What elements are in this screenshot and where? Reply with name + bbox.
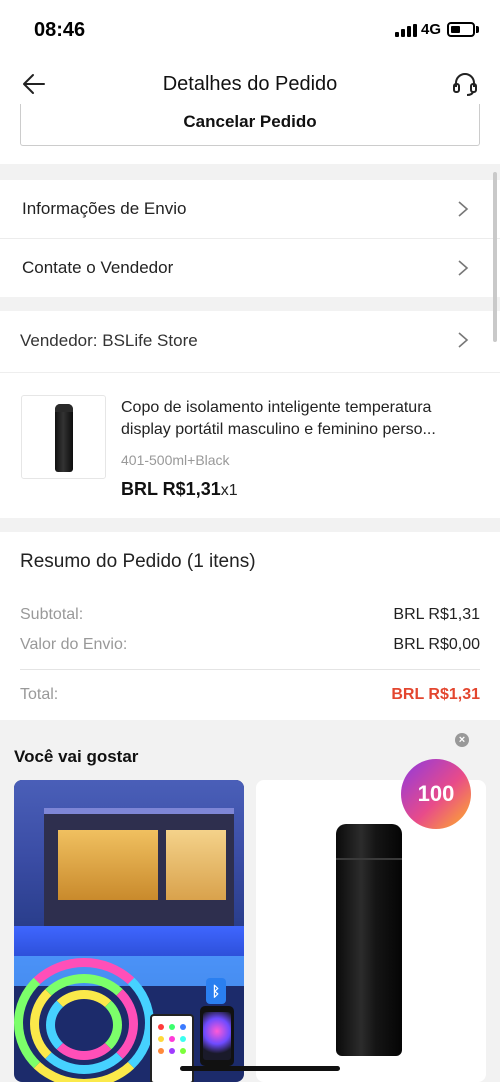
header: Detalhes do Pedido	[0, 58, 500, 110]
contact-seller-row[interactable]: Contate o Vendedor	[0, 239, 500, 297]
bottle-image	[55, 404, 73, 472]
home-indicator[interactable]	[180, 1066, 340, 1071]
product-title-line2: display portátil masculino e feminino pe…	[121, 421, 436, 438]
total-value: BRL R$1,31	[391, 686, 480, 703]
subtotal-value: BRL R$1,31	[393, 606, 480, 623]
section-gap	[0, 297, 500, 311]
product-quantity: x1	[220, 482, 238, 499]
section-gap	[0, 164, 500, 180]
status-time: 08:46	[34, 19, 86, 41]
cancel-order-button[interactable]: Cancelar Pedido	[20, 104, 480, 146]
recommendations-title: Você vai gostar	[14, 747, 139, 766]
subtotal-label: Subtotal:	[20, 606, 84, 623]
house-window	[166, 830, 226, 900]
product-title-line1: Copo de isolamento inteligente temperatu…	[121, 399, 432, 416]
network-label: 4G	[421, 21, 442, 38]
chevron-right-icon	[458, 201, 469, 217]
product-price-line: BRL R$1,31x1	[121, 479, 238, 500]
product-price: BRL R$1,31	[121, 479, 221, 499]
page-title: Detalhes do Pedido	[162, 73, 338, 95]
phone-image	[200, 1006, 234, 1066]
product-variant: 401-500ml+Black	[121, 452, 230, 468]
seller-label: Vendedor: BSLife Store	[20, 331, 198, 350]
scrollbar[interactable]	[493, 172, 497, 342]
shipping-label: Valor do Envio:	[20, 636, 128, 653]
house-window	[58, 830, 158, 900]
close-icon[interactable]: ×	[455, 733, 469, 747]
bluetooth-icon: ᛒ	[206, 978, 226, 1004]
signal-icon	[395, 24, 417, 37]
cancel-area: Cancelar Pedido	[0, 104, 500, 164]
shipping-info-label: Informações de Envio	[22, 199, 187, 218]
summary-divider	[20, 669, 480, 670]
bottle-cap-line	[336, 858, 402, 860]
total-label: Total:	[20, 686, 59, 703]
bottle-cap	[55, 404, 73, 412]
shipping-value: BRL R$0,00	[393, 636, 480, 653]
chevron-right-icon	[458, 332, 469, 348]
recommended-product-card[interactable]: ᛒ	[14, 780, 244, 1082]
order-summary: Resumo do Pedido (1 itens) Subtotal: BRL…	[0, 532, 500, 720]
summary-title: Resumo do Pedido (1 itens)	[20, 551, 256, 572]
battery-icon	[447, 22, 475, 37]
led-strip-coil	[46, 990, 122, 1060]
status-bar: 08:46 4G	[0, 0, 500, 58]
section-gap	[0, 518, 500, 532]
chevron-right-icon	[458, 260, 469, 276]
support-button[interactable]	[450, 70, 480, 98]
headset-icon	[453, 73, 477, 96]
product-title[interactable]: Copo de isolamento inteligente temperatu…	[121, 397, 481, 441]
product-item[interactable]: Copo de isolamento inteligente temperatu…	[0, 372, 500, 518]
product-thumbnail[interactable]	[21, 395, 106, 479]
coins-badge[interactable]: 100	[401, 759, 471, 829]
shipping-info-row[interactable]: Informações de Envio	[0, 180, 500, 238]
seller-row[interactable]: Vendedor: BSLife Store	[0, 311, 500, 371]
contact-seller-label: Contate o Vendedor	[22, 258, 174, 277]
battery-nub	[476, 26, 479, 33]
remote-image	[150, 1014, 194, 1082]
